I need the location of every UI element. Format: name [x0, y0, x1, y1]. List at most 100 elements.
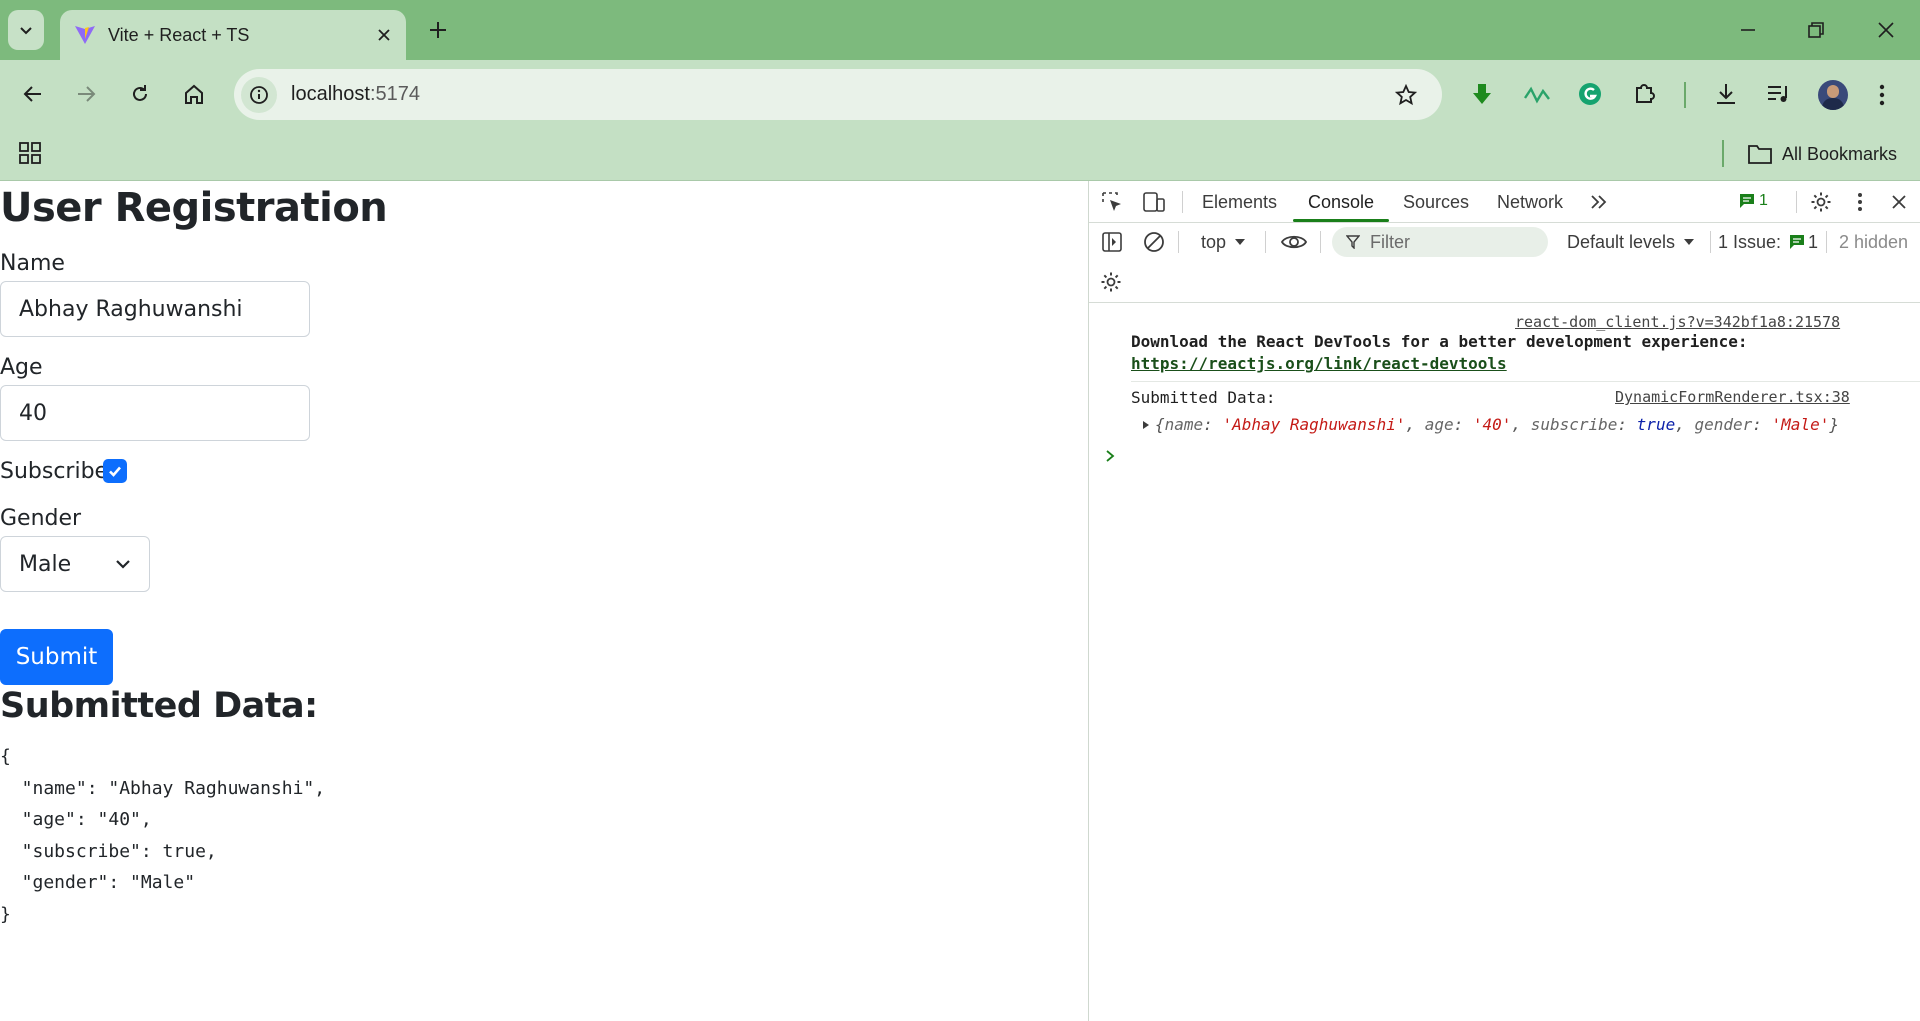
chevron-down-icon [20, 27, 32, 35]
obj-value: '40' [1472, 415, 1512, 434]
gender-select[interactable]: Male [0, 536, 150, 592]
toolbar-divider [1320, 231, 1321, 253]
address-bar[interactable]: localhost:5174 [234, 69, 1442, 120]
subscribe-checkbox[interactable] [103, 459, 127, 483]
gender-label: Gender [0, 506, 82, 531]
more-menu-icon[interactable] [1877, 83, 1887, 107]
json-line: "gender": "Male" [0, 872, 196, 893]
tab-title: Vite + React + TS [108, 24, 250, 45]
new-tab-button[interactable] [422, 14, 454, 46]
page-viewport: User Registration Name Abhay Raghuwanshi… [0, 181, 1088, 1021]
filter-placeholder: Filter [1370, 231, 1410, 252]
issues-button[interactable]: 1 Issue: 1 [1718, 229, 1818, 255]
bookmarks-divider [1722, 140, 1724, 167]
submitted-data-log: Submitted Data: [1131, 388, 1276, 407]
console-filter-input[interactable]: Filter [1332, 227, 1548, 257]
age-input-value: 40 [19, 400, 47, 426]
tab-strip: Vite + React + TS [0, 0, 1920, 60]
clear-console-icon[interactable] [1143, 231, 1165, 253]
log-levels-dropdown[interactable]: Default levels [1567, 229, 1695, 255]
settings-gear-icon[interactable] [1810, 191, 1832, 213]
restore-button[interactable] [1788, 10, 1844, 50]
filter-funnel-icon [1346, 235, 1360, 249]
minimize-icon [1741, 29, 1755, 31]
close-tab-icon[interactable] [376, 27, 392, 43]
minimize-button[interactable] [1720, 10, 1776, 50]
devtools-menu-icon[interactable] [1856, 192, 1864, 212]
message-count: 1 [1759, 192, 1768, 209]
age-input[interactable]: 40 [0, 385, 310, 441]
tab-elements[interactable]: Elements [1202, 181, 1277, 223]
grammarly-icon[interactable] [1578, 82, 1602, 106]
back-button[interactable] [15, 76, 51, 112]
obj-key: age [1424, 415, 1454, 434]
close-devtools-icon[interactable] [1891, 194, 1907, 210]
forward-button[interactable] [68, 76, 104, 112]
page-title: User Registration [0, 185, 388, 231]
sidebar-toggle-icon[interactable] [1101, 231, 1123, 253]
json-line: } [0, 903, 11, 925]
device-toolbar-icon[interactable] [1142, 191, 1166, 213]
wave-extension-icon[interactable] [1524, 84, 1550, 106]
console-settings-gear-icon[interactable] [1100, 271, 1122, 293]
obj-value: true [1636, 415, 1676, 434]
inspect-element-icon[interactable] [1101, 191, 1123, 213]
close-window-button[interactable] [1858, 10, 1914, 50]
devtools-panel: Elements Console Sources Network 1 top F… [1088, 181, 1920, 1021]
reload-button[interactable] [122, 76, 158, 112]
info-icon [250, 85, 268, 104]
react-devtools-link[interactable]: https://reactjs.org/link/react-devtools [1131, 354, 1507, 373]
submitted-json: { "name": "Abhay Raghuwanshi", "age": "4… [0, 741, 325, 930]
media-queue-icon[interactable] [1766, 83, 1792, 105]
console-prompt-chevron-icon[interactable] [1105, 450, 1115, 462]
submit-button[interactable]: Submit [0, 629, 113, 685]
more-tabs-chevron-icon[interactable] [1589, 193, 1609, 211]
home-button[interactable] [176, 76, 212, 112]
obj-value: 'Male' [1771, 415, 1830, 434]
all-bookmarks-label: All Bookmarks [1782, 143, 1898, 164]
close-icon [1878, 22, 1894, 38]
toolbar-divider [1178, 231, 1179, 253]
home-icon [185, 84, 203, 104]
name-input[interactable]: Abhay Raghuwanshi [0, 281, 310, 337]
hidden-messages-count: 2 hidden [1839, 231, 1909, 252]
message-source-link[interactable]: DynamicFormRenderer.tsx:38 [1615, 388, 1850, 406]
extensions-puzzle-icon[interactable] [1633, 81, 1657, 105]
tab-search-button[interactable] [8, 10, 44, 50]
tab-divider [1182, 191, 1183, 213]
folder-icon [1748, 145, 1772, 164]
name-input-value: Abhay Raghuwanshi [19, 296, 243, 322]
subscribe-label: Subscribe [0, 459, 109, 484]
console-toolbar: top Filter Default levels 1 Issue: 1 2 h… [1089, 223, 1920, 303]
devtools-download-message: Download the React DevTools for a better… [1131, 332, 1748, 351]
profile-avatar[interactable] [1818, 80, 1848, 110]
download-extension-icon[interactable] [1470, 82, 1494, 106]
toolbar-divider [1265, 231, 1266, 253]
expand-triangle-icon[interactable] [1141, 420, 1151, 430]
age-label: Age [0, 355, 43, 380]
reload-icon [133, 85, 147, 101]
log-levels-value: Default levels [1567, 231, 1676, 252]
back-arrow-icon [23, 86, 41, 102]
tab-console[interactable]: Console [1308, 181, 1374, 223]
apps-grid-icon[interactable] [19, 142, 41, 164]
logged-object[interactable]: {name: 'Abhay Raghuwanshi', age: '40', s… [1141, 415, 1839, 434]
messages-badge[interactable]: 1 [1739, 192, 1768, 210]
tab-sources[interactable]: Sources [1403, 181, 1469, 223]
live-expression-eye-icon[interactable] [1280, 232, 1308, 252]
url-text[interactable]: localhost:5174 [291, 83, 420, 106]
issue-message-icon [1790, 235, 1805, 249]
browser-tab[interactable]: Vite + React + TS [60, 10, 406, 60]
site-info-button[interactable] [241, 76, 277, 113]
tab-network[interactable]: Network [1497, 181, 1563, 223]
obj-brace: { [1155, 415, 1165, 434]
message-source-link[interactable]: react-dom_client.js?v=342bf1a8:21578 [1515, 313, 1840, 331]
all-bookmarks-button[interactable]: All Bookmarks [1748, 140, 1897, 168]
issues-count: 1 [1808, 231, 1819, 252]
bookmark-star-icon[interactable] [1395, 84, 1417, 106]
issues-label: 1 Issue: [1718, 231, 1782, 252]
downloads-icon[interactable] [1714, 82, 1738, 106]
json-line: { [0, 746, 11, 767]
toolbar-divider [1826, 231, 1827, 253]
context-selector[interactable]: top [1201, 229, 1246, 255]
